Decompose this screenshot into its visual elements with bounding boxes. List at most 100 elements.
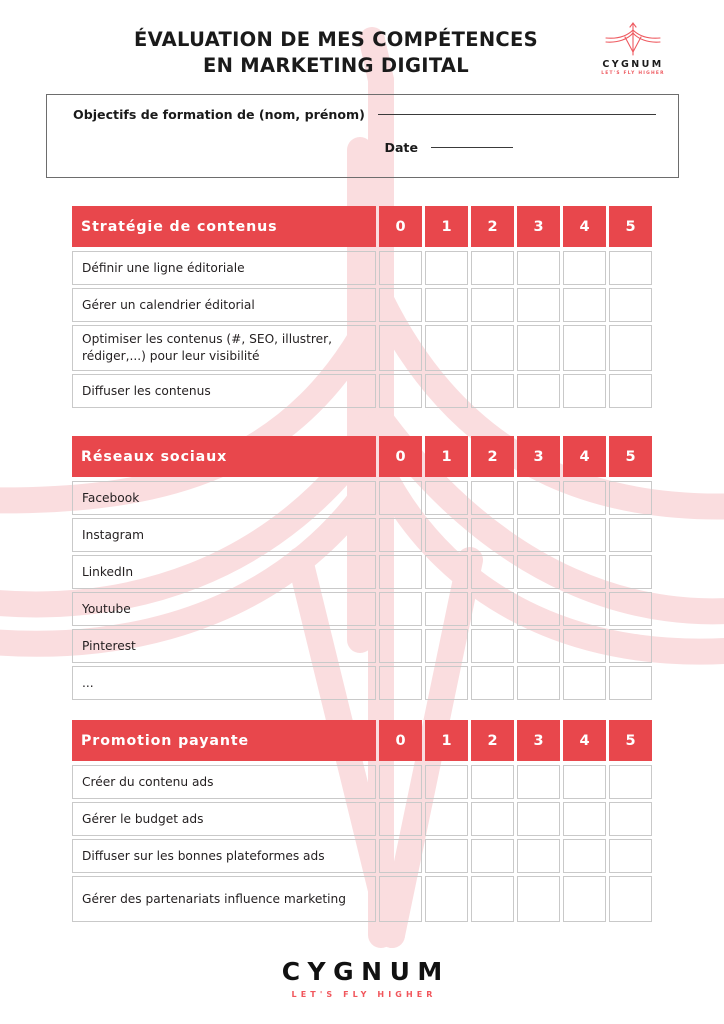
rating-checkbox-2[interactable] — [471, 555, 514, 589]
objectives-name-input[interactable] — [377, 114, 656, 115]
rating-checkbox-5[interactable] — [609, 765, 652, 799]
rating-checkbox-4[interactable] — [563, 288, 606, 322]
rating-checkbox-4[interactable] — [563, 802, 606, 836]
rating-checkbox-4[interactable] — [563, 251, 606, 285]
rating-checkbox-5[interactable] — [609, 374, 652, 408]
rating-checkbox-3[interactable] — [517, 555, 560, 589]
rating-checkbox-1[interactable] — [425, 765, 468, 799]
rating-checkbox-1[interactable] — [425, 481, 468, 515]
rating-checkbox-4[interactable] — [563, 555, 606, 589]
section-title-cell: Réseaux sociaux — [72, 436, 376, 477]
rating-checkbox-5[interactable] — [609, 251, 652, 285]
rating-checkbox-5[interactable] — [609, 629, 652, 663]
rating-checkbox-4[interactable] — [563, 374, 606, 408]
rating-checkbox-2[interactable] — [471, 629, 514, 663]
rating-checkbox-0[interactable] — [379, 876, 422, 922]
rating-checkbox-5[interactable] — [609, 592, 652, 626]
scale-header-1: 1 — [425, 206, 468, 247]
rating-checkbox-3[interactable] — [517, 802, 560, 836]
rating-checkbox-2[interactable] — [471, 592, 514, 626]
rating-checkbox-0[interactable] — [379, 288, 422, 322]
rating-checkbox-3[interactable] — [517, 374, 560, 408]
skill-label: Créer du contenu ads — [82, 774, 214, 789]
rating-checkbox-0[interactable] — [379, 629, 422, 663]
rating-checkbox-1[interactable] — [425, 555, 468, 589]
rating-checkbox-4[interactable] — [563, 765, 606, 799]
rating-checkbox-3[interactable] — [517, 666, 560, 700]
rating-checkbox-1[interactable] — [425, 251, 468, 285]
rating-checkbox-1[interactable] — [425, 374, 468, 408]
rating-checkbox-5[interactable] — [609, 802, 652, 836]
rating-checkbox-0[interactable] — [379, 666, 422, 700]
rating-checkbox-3[interactable] — [517, 876, 560, 922]
table-header-row: Réseaux sociaux 0 1 2 3 4 5 — [72, 436, 652, 477]
rating-checkbox-0[interactable] — [379, 592, 422, 626]
rating-checkbox-2[interactable] — [471, 802, 514, 836]
rating-checkbox-0[interactable] — [379, 374, 422, 408]
rating-checkbox-1[interactable] — [425, 666, 468, 700]
rating-checkbox-3[interactable] — [517, 518, 560, 552]
rating-checkbox-3[interactable] — [517, 251, 560, 285]
rating-checkbox-4[interactable] — [563, 481, 606, 515]
skill-label-cell: LinkedIn — [72, 555, 376, 589]
rating-checkbox-3[interactable] — [517, 839, 560, 873]
rating-checkbox-2[interactable] — [471, 839, 514, 873]
rating-checkbox-2[interactable] — [471, 481, 514, 515]
rating-checkbox-2[interactable] — [471, 374, 514, 408]
rating-checkbox-3[interactable] — [517, 288, 560, 322]
scale-header-5: 5 — [609, 206, 652, 247]
rating-checkbox-4[interactable] — [563, 629, 606, 663]
rating-checkbox-0[interactable] — [379, 765, 422, 799]
rating-checkbox-4[interactable] — [563, 666, 606, 700]
rating-checkbox-0[interactable] — [379, 802, 422, 836]
rating-checkbox-1[interactable] — [425, 518, 468, 552]
rating-checkbox-0[interactable] — [379, 251, 422, 285]
rating-checkbox-1[interactable] — [425, 839, 468, 873]
rating-checkbox-1[interactable] — [425, 876, 468, 922]
objectives-date-input[interactable] — [431, 147, 513, 148]
rating-checkbox-4[interactable] — [563, 592, 606, 626]
rating-checkbox-2[interactable] — [471, 325, 514, 371]
scale-header-2: 2 — [471, 206, 514, 247]
scale-label: 5 — [625, 218, 636, 235]
rating-checkbox-1[interactable] — [425, 592, 468, 626]
rating-checkbox-0[interactable] — [379, 555, 422, 589]
rating-checkbox-0[interactable] — [379, 518, 422, 552]
rating-checkbox-1[interactable] — [425, 802, 468, 836]
rating-checkbox-2[interactable] — [471, 251, 514, 285]
rating-checkbox-1[interactable] — [425, 629, 468, 663]
skill-label: Pinterest — [82, 638, 136, 653]
rating-checkbox-2[interactable] — [471, 765, 514, 799]
rating-checkbox-2[interactable] — [471, 518, 514, 552]
skill-label-cell: Créer du contenu ads — [72, 765, 376, 799]
rating-checkbox-2[interactable] — [471, 288, 514, 322]
rating-checkbox-5[interactable] — [609, 839, 652, 873]
rating-checkbox-0[interactable] — [379, 839, 422, 873]
rating-checkbox-3[interactable] — [517, 325, 560, 371]
rating-checkbox-1[interactable] — [425, 325, 468, 371]
rating-checkbox-5[interactable] — [609, 518, 652, 552]
rating-checkbox-5[interactable] — [609, 876, 652, 922]
rating-checkbox-3[interactable] — [517, 481, 560, 515]
skill-label: Gérer le budget ads — [82, 811, 204, 826]
rating-checkbox-3[interactable] — [517, 765, 560, 799]
objectives-name-label: Objectifs de formation de (nom, prénom) — [73, 107, 365, 122]
rating-checkbox-5[interactable] — [609, 555, 652, 589]
rating-checkbox-0[interactable] — [379, 481, 422, 515]
rating-checkbox-5[interactable] — [609, 288, 652, 322]
skill-label-cell: Diffuser sur les bonnes plateformes ads — [72, 839, 376, 873]
rating-checkbox-0[interactable] — [379, 325, 422, 371]
rating-checkbox-3[interactable] — [517, 592, 560, 626]
rating-checkbox-4[interactable] — [563, 876, 606, 922]
rating-checkbox-5[interactable] — [609, 325, 652, 371]
rating-checkbox-2[interactable] — [471, 666, 514, 700]
rating-checkbox-1[interactable] — [425, 288, 468, 322]
rating-checkbox-3[interactable] — [517, 629, 560, 663]
rating-checkbox-2[interactable] — [471, 876, 514, 922]
page-title: ÉVALUATION DE MES COMPÉTENCES EN MARKETI… — [96, 27, 576, 79]
rating-checkbox-4[interactable] — [563, 518, 606, 552]
rating-checkbox-5[interactable] — [609, 666, 652, 700]
rating-checkbox-4[interactable] — [563, 839, 606, 873]
rating-checkbox-5[interactable] — [609, 481, 652, 515]
rating-checkbox-4[interactable] — [563, 325, 606, 371]
